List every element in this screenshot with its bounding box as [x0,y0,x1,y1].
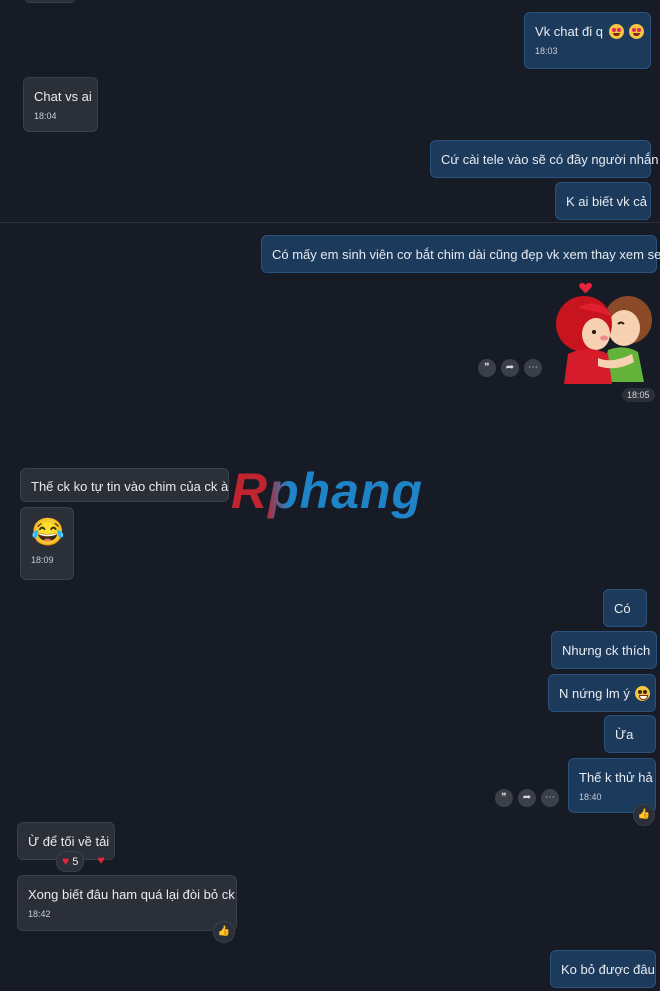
message-time: 18:03 [535,46,558,56]
message-outgoing[interactable]: Có mấy em sinh viên cơ bắt chim dài cũng… [261,235,660,273]
message-outgoing[interactable]: Nhưng ck thích [551,631,657,669]
screenshot-seam [0,222,660,223]
message-text: Thế k thử hả [579,770,653,785]
message-incoming[interactable]: Xong biết đâu ham quá lại đòi bỏ ck 18:4… [17,875,237,931]
message-time: 18:09 [31,555,54,565]
message-text: K ai biết vk cả [566,194,647,209]
message-incoming[interactable]: Thế ck ko tự tin vào chim của ck à [20,468,229,502]
message-text: Ừ để tối về tải [28,834,110,849]
heart-react-button[interactable]: ♥ [91,851,111,869]
grimace-emoji [635,686,651,701]
quote-icon[interactable]: ❞ [478,359,496,377]
prev-message-fragment [24,0,76,3]
heart-eyes-emoji-1 [608,24,624,39]
message-time: 18:40 [579,792,602,802]
message-outgoing[interactable]: Ko bỏ được đâu [550,950,656,988]
heart-icon: ♥ [62,854,70,868]
message-text: Xong biết đâu ham quá lại đòi bỏ ck [28,887,235,902]
forward-icon[interactable]: ➦ [501,359,519,377]
more-icon[interactable]: ⋯ [524,359,542,377]
watermark-text: Rphang [231,463,424,519]
message-time: 18:04 [34,111,57,121]
message-text: Có [614,601,631,616]
reaction-heart-count[interactable]: ♥ 5 [56,851,85,872]
message-text: Ko bỏ được đâu [561,962,655,977]
message-text: Ừa [615,727,634,742]
message-outgoing[interactable]: Vk chat đi q 18:03 [524,12,651,69]
message-outgoing[interactable]: Cứ cài tele vào sẽ có đầy người nhắn [430,140,658,178]
watermark-logo: Rphang [231,462,423,520]
sticker-time: 18:05 [622,388,655,402]
message-text: Nhưng ck thích [562,643,651,658]
message-text: N nứng lm ý [559,686,630,701]
reaction-count: 5 [72,856,79,868]
message-text: Cứ cài tele vào sẽ có đầy người nhắn [441,152,659,167]
message-incoming[interactable]: Chat vs ai 18:04 [23,77,98,132]
message-text: Vk chat đi q [535,24,603,39]
like-icon[interactable]: 👍 [213,921,235,943]
message-outgoing[interactable]: Có [603,589,647,627]
message-text: Thế ck ko tự tin vào chim của ck à [31,479,229,494]
like-icon[interactable]: 👍 [633,804,655,826]
quote-icon[interactable]: ❞ [495,789,513,807]
heart-eyes-emoji-2 [629,24,645,39]
forward-icon[interactable]: ➦ [518,789,536,807]
more-icon[interactable]: ⋯ [541,789,559,807]
message-outgoing[interactable]: K ai biết vk cả [555,182,651,220]
message-text: Có mấy em sinh viên cơ bắt chim dài cũng… [272,247,660,262]
message-outgoing[interactable]: N nứng lm ý [548,674,656,712]
laughing-emoji: 😂 [31,517,65,547]
message-text: Chat vs ai [34,89,92,104]
message-time: 18:42 [28,909,51,919]
message-outgoing[interactable]: Ừa [604,715,656,753]
couple-hug-sticker[interactable] [548,278,656,386]
heart-icon: ♥ [97,853,105,867]
message-incoming[interactable]: 😂 18:09 [20,507,74,580]
